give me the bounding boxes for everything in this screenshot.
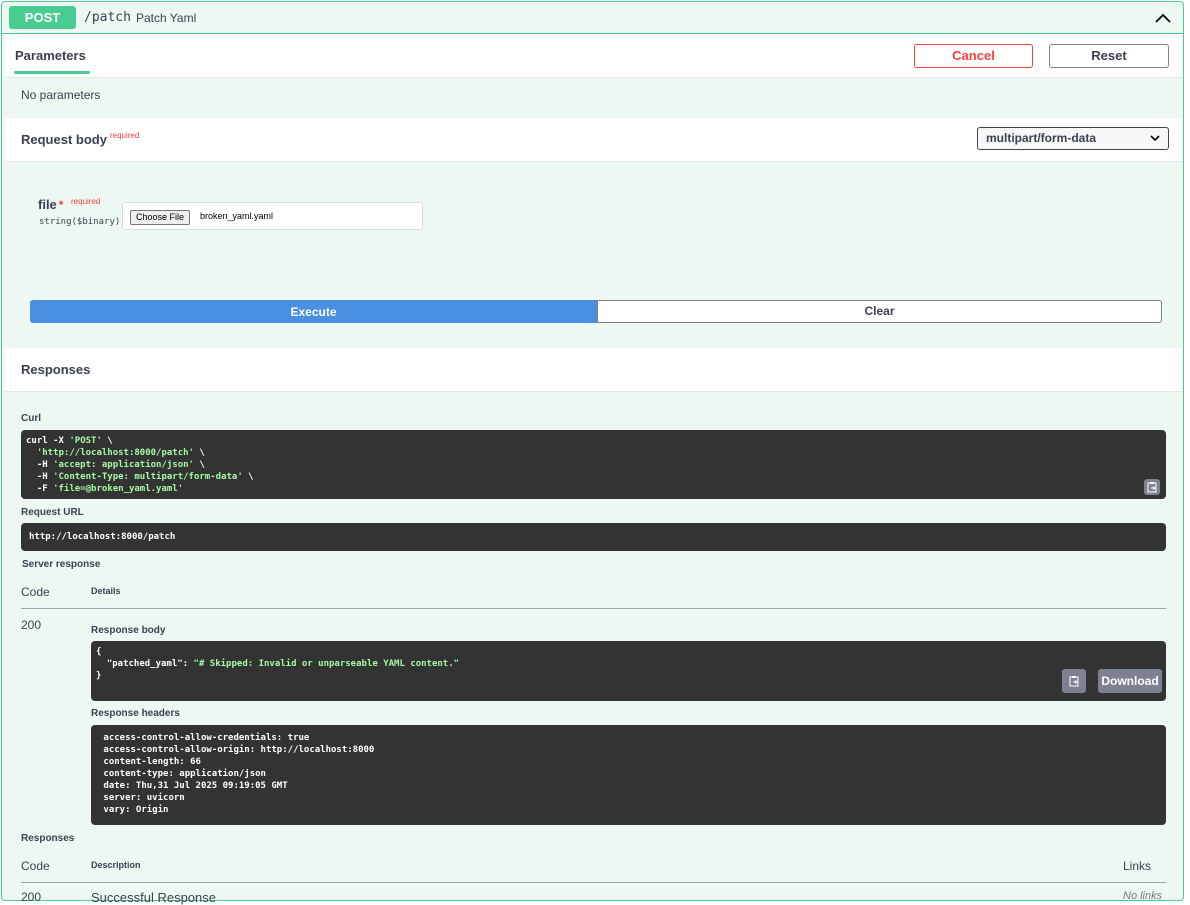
response-row-code: 200: [21, 890, 42, 904]
responses-header-divider: [21, 882, 1166, 883]
response-header-line: vary: Origin: [98, 805, 169, 815]
request-body-label: Request body: [21, 132, 107, 147]
response-row-description: Successful Response: [91, 890, 217, 905]
curl-line: curl -X 'POST' \: [26, 436, 113, 446]
required-star: *: [58, 198, 64, 212]
responses-links-header: Links: [1123, 859, 1152, 873]
response-header-lines: access-control-allow-credentials: true a…: [98, 732, 1159, 816]
chevron-down-icon: [1150, 135, 1160, 142]
code-column-header: Code: [21, 585, 50, 599]
responses-code-header: Code: [21, 859, 50, 873]
choose-file-button[interactable]: Choose File: [130, 210, 191, 225]
response-headers-block[interactable]: access-control-allow-credentials: true a…: [91, 725, 1166, 825]
status-code: 200: [21, 618, 42, 632]
method-badge: POST: [9, 6, 76, 29]
clipboard-icon: [1069, 676, 1079, 687]
curl-line: -H 'Content-Type: multipart/form-data' \: [26, 472, 254, 482]
operation-path: /patch: [84, 10, 131, 25]
request-url-value: http://localhost:8000/patch: [29, 532, 176, 542]
responses-title: Responses: [21, 362, 91, 377]
response-body-line: }: [96, 671, 102, 681]
cancel-button[interactable]: Cancel: [914, 44, 1033, 68]
chevron-up-icon[interactable]: [1153, 8, 1173, 28]
server-response-label: Server response: [22, 559, 101, 570]
operation-description: Patch Yaml: [136, 11, 197, 25]
download-button[interactable]: Download: [1098, 669, 1162, 693]
tab-parameters[interactable]: Parameters: [15, 48, 86, 63]
operation-block-post-patch: POST /patch Patch Yaml Parameters Cancel…: [1, 1, 1184, 905]
curl-label: Curl: [21, 413, 41, 424]
file-param-label: file: [38, 197, 57, 212]
response-body-line: "patched_yaml": "# Skipped: Invalid or u…: [96, 659, 460, 669]
response-body-block[interactable]: { "patched_yaml": "# Skipped: Invalid or…: [91, 641, 1166, 701]
response-row-links: No links: [1123, 890, 1163, 902]
no-parameters-text: No parameters: [21, 88, 101, 102]
details-column-header: Details: [91, 586, 121, 596]
table-header-divider: [21, 608, 1166, 609]
response-headers-label: Response headers: [91, 708, 180, 719]
file-param-type: string($binary): [39, 217, 121, 227]
selected-file-name: broken_yaml.yaml: [200, 211, 274, 221]
file-required-label: required: [71, 197, 101, 206]
responses-description-header: Description: [91, 860, 141, 870]
tab-underline: [14, 71, 90, 74]
copy-response-button[interactable]: [1062, 669, 1086, 693]
curl-line: 'http://localhost:8000/patch' \: [36, 448, 205, 458]
response-header-line: server: uvicorn: [98, 793, 185, 803]
required-marker: required: [109, 131, 140, 140]
request-url-block[interactable]: http://localhost:8000/patch: [21, 523, 1166, 551]
response-body-line: {: [96, 647, 102, 657]
curl-line: -H 'accept: application/json' \: [26, 460, 205, 470]
content-type-select[interactable]: multipart/form-data: [977, 127, 1169, 150]
responses-list-label: Responses: [21, 833, 75, 844]
content-type-value: multipart/form-data: [986, 131, 1097, 145]
curl-line: -F 'file=@broken_yaml.yaml': [26, 484, 184, 494]
response-header-line: content-type: application/json: [98, 769, 266, 779]
request-body-title: Request body required: [21, 131, 140, 147]
response-header-line: date: Thu,31 Jul 2025 09:19:05 GMT: [98, 781, 288, 791]
file-param-name: file *: [38, 197, 63, 212]
copy-curl-button[interactable]: [1144, 479, 1160, 495]
response-header-line: content-length: 66: [98, 757, 201, 767]
parameters-header: Parameters Cancel Reset: [5, 35, 1182, 78]
curl-code-block[interactable]: curl -X 'POST' \ 'http://localhost:8000/…: [21, 430, 1166, 499]
file-input[interactable]: Choose File broken_yaml.yaml: [122, 202, 423, 230]
response-body-label: Response body: [91, 625, 166, 636]
reset-button[interactable]: Reset: [1049, 44, 1169, 68]
responses-header: Responses: [5, 348, 1182, 392]
request-body-header: Request body required multipart/form-data: [5, 118, 1182, 162]
request-url-label: Request URL: [21, 507, 84, 518]
operation-summary[interactable]: POST /patch Patch Yaml: [2, 2, 1183, 34]
execute-button[interactable]: Execute: [30, 300, 597, 323]
curl-lines: curl -X 'POST' \ 'http://localhost:8000/…: [26, 435, 1161, 495]
clear-button[interactable]: Clear: [597, 300, 1162, 323]
clipboard-icon: [1147, 482, 1157, 493]
response-body-lines: { "patched_yaml": "# Skipped: Invalid or…: [96, 646, 1161, 682]
response-header-line: access-control-allow-credentials: true: [98, 733, 310, 743]
response-header-line: access-control-allow-origin: http://loca…: [98, 745, 375, 755]
